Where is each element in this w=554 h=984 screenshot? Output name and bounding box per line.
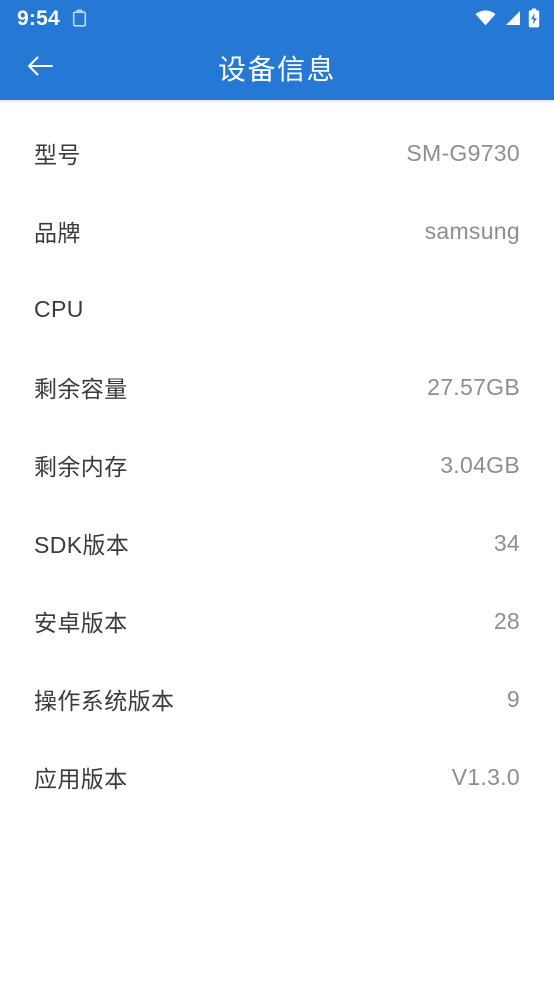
device-info-list: 型号 SM-G9730 品牌 samsung CPU 剩余容量 27.57GB …: [0, 104, 554, 984]
info-label: 操作系统版本: [34, 688, 175, 714]
app-bar: 设备信息: [0, 36, 554, 100]
cellular-signal-icon: [503, 10, 521, 26]
info-label: 应用版本: [34, 766, 128, 792]
info-value: 34: [493, 529, 520, 556]
info-value: 3.04GB: [440, 451, 520, 478]
list-item[interactable]: 剩余容量 27.57GB: [0, 348, 554, 426]
info-label: SDK版本: [34, 532, 130, 558]
info-label: 安卓版本: [34, 610, 128, 636]
list-item[interactable]: 型号 SM-G9730: [0, 114, 554, 192]
status-bar: 9:54: [0, 0, 554, 36]
info-value: V1.3.0: [451, 763, 520, 790]
list-item[interactable]: 应用版本 V1.3.0: [0, 738, 554, 816]
list-item[interactable]: 安卓版本 28: [0, 582, 554, 660]
info-value: 27.57GB: [427, 373, 520, 400]
info-label: 剩余容量: [34, 376, 128, 402]
info-label: 品牌: [34, 220, 81, 246]
status-bar-left: 9:54: [17, 8, 88, 29]
list-item[interactable]: 操作系统版本 9: [0, 660, 554, 738]
back-button[interactable]: [18, 46, 62, 90]
info-value: 9: [506, 685, 520, 712]
info-value: SM-G9730: [406, 139, 520, 166]
info-label: 剩余内存: [34, 454, 128, 480]
info-label: CPU: [34, 295, 84, 322]
device-info-screen: 9:54 设备信息 型号 SM-G9730 品牌 samsung CPU 剩余容…: [0, 0, 554, 984]
list-item[interactable]: SDK版本 34: [0, 504, 554, 582]
status-bar-right: [475, 8, 540, 28]
page-title: 设备信息: [217, 54, 336, 85]
wifi-icon: [475, 10, 496, 26]
status-bar-clock: 9:54: [17, 6, 60, 30]
info-value: 28: [493, 607, 520, 634]
battery-charging-icon: [528, 8, 540, 28]
info-label: 型号: [34, 142, 81, 168]
list-item[interactable]: CPU: [0, 270, 554, 348]
list-item[interactable]: 品牌 samsung: [0, 192, 554, 270]
clipboard-icon: [71, 9, 88, 28]
arrow-left-icon: [25, 53, 55, 84]
info-value: samsung: [424, 217, 520, 244]
list-item[interactable]: 剩余内存 3.04GB: [0, 426, 554, 504]
